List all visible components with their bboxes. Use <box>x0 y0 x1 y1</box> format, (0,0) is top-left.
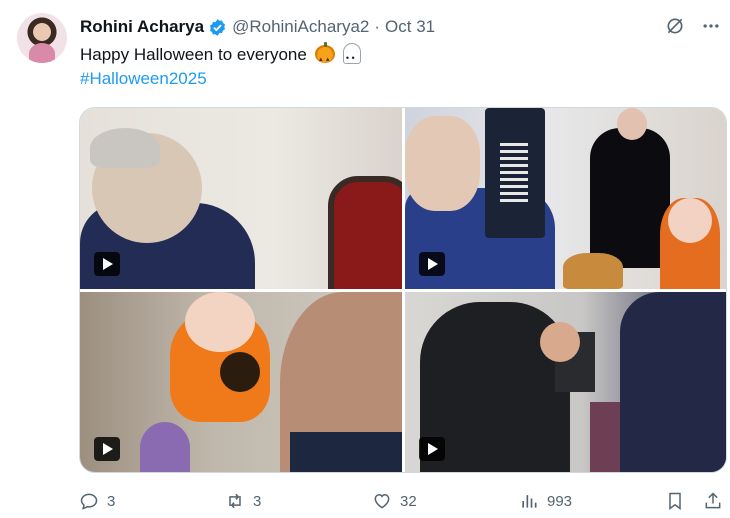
bookmark-button[interactable] <box>665 491 685 511</box>
reply-icon <box>80 493 98 510</box>
reply-count: 3 <box>107 492 116 510</box>
tweet-date[interactable]: Oct 31 <box>385 17 435 37</box>
media-grid <box>79 107 727 473</box>
pumpkin-emoji-icon <box>314 42 335 72</box>
play-icon[interactable] <box>419 437 445 461</box>
header-separator: · <box>374 17 381 36</box>
reply-button[interactable]: 3 <box>79 491 115 511</box>
like-count: 32 <box>400 492 417 510</box>
views-button[interactable]: 993 <box>519 491 572 511</box>
tweet-text: Happy Halloween to everyone <box>80 42 361 72</box>
verified-badge-icon <box>210 18 226 36</box>
like-icon <box>374 493 390 509</box>
tweet-header: Rohini Acharya @RohiniAcharya2 · Oct 31 <box>80 16 435 38</box>
author-avatar[interactable] <box>17 13 67 63</box>
more-icon[interactable] <box>700 15 722 37</box>
author-handle[interactable]: @RohiniAcharya2 <box>232 17 369 37</box>
grok-icon[interactable] <box>664 15 686 37</box>
views-count: 993 <box>547 492 573 510</box>
video-tile-2[interactable] <box>405 108 726 289</box>
repost-button[interactable]: 3 <box>225 491 261 511</box>
tweet-top-actions <box>664 15 722 37</box>
bookmark-icon <box>669 492 681 510</box>
tweet-body: Happy Halloween to everyone <box>80 45 307 64</box>
video-tile-4[interactable] <box>405 292 726 472</box>
views-icon <box>522 495 537 508</box>
repost-count: 3 <box>253 492 262 510</box>
play-icon[interactable] <box>419 252 445 276</box>
video-tile-1[interactable] <box>80 108 402 289</box>
share-button[interactable] <box>703 491 723 511</box>
ghost-emoji-icon <box>342 43 361 70</box>
share-icon <box>705 492 721 509</box>
tweet-action-bar: 3 3 32 993 <box>79 488 722 514</box>
play-icon[interactable] <box>94 437 120 461</box>
repost-icon <box>229 493 241 509</box>
like-button[interactable]: 32 <box>372 491 417 511</box>
hashtag-link[interactable]: #Halloween2025 <box>80 69 207 89</box>
author-name[interactable]: Rohini Acharya <box>80 17 204 37</box>
play-icon[interactable] <box>94 252 120 276</box>
video-tile-3[interactable] <box>80 292 402 472</box>
